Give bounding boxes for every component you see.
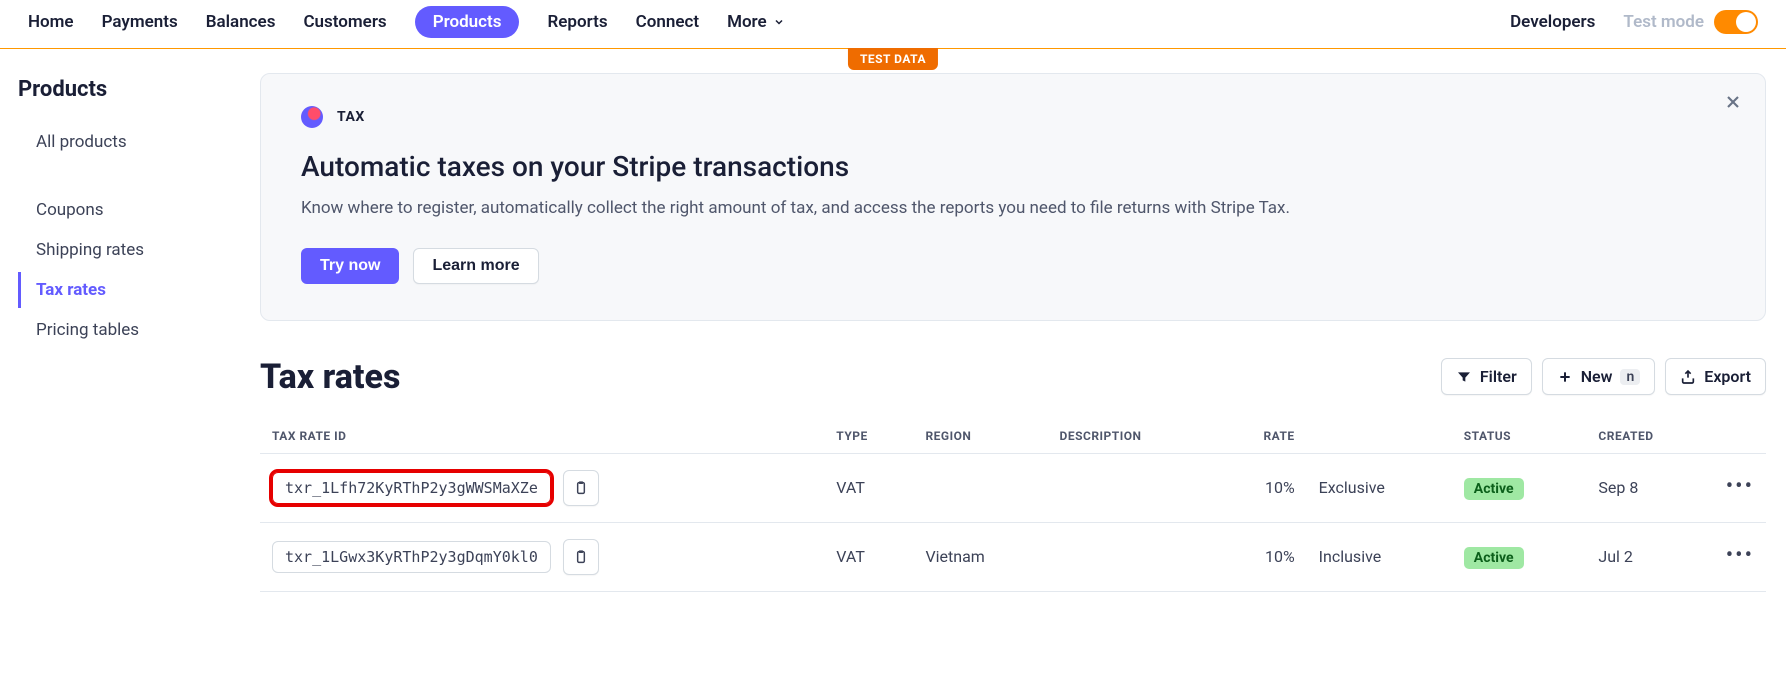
sidebar-item-coupons[interactable]: Coupons <box>20 192 260 228</box>
table-row[interactable]: txr_1LGwx3KyRThP2y3gDqmY0kl0 VATVietnam 10… <box>260 522 1766 591</box>
filter-label: Filter <box>1480 367 1517 386</box>
cell-description <box>1048 453 1218 522</box>
tax-rate-id[interactable]: txr_1Lfh72KyRThP2y3gWWSMaXZe <box>272 472 551 504</box>
col-status: STATUS <box>1452 419 1587 454</box>
try-now-button[interactable]: Try now <box>301 248 399 284</box>
col-created: CREATED <box>1586 419 1713 454</box>
nav-balances[interactable]: Balances <box>206 6 276 38</box>
col-type: TYPE <box>824 419 913 454</box>
new-button[interactable]: New n <box>1542 358 1656 395</box>
sidebar-item-pricing-tables[interactable]: Pricing tables <box>20 312 260 348</box>
nav-payments[interactable]: Payments <box>102 6 178 38</box>
copy-id-button[interactable] <box>563 470 599 506</box>
cell-inclusive: Exclusive <box>1307 453 1452 522</box>
cell-inclusive: Inclusive <box>1307 522 1452 591</box>
cell-region <box>913 453 1047 522</box>
clipboard-icon <box>573 480 589 496</box>
test-mode-wrap: Test mode <box>1623 10 1758 34</box>
export-button[interactable]: Export <box>1665 358 1766 395</box>
col-description: DESCRIPTION <box>1048 419 1218 454</box>
status-badge: Active <box>1464 478 1524 500</box>
row-actions-button[interactable]: ••• <box>1714 522 1766 591</box>
col-inclusive <box>1307 419 1452 454</box>
cell-created: Sep 8 <box>1586 453 1713 522</box>
cell-description <box>1048 522 1218 591</box>
nav-reports[interactable]: Reports <box>547 6 607 38</box>
filter-button[interactable]: Filter <box>1441 358 1532 395</box>
more-horizontal-icon: ••• <box>1726 474 1754 499</box>
learn-more-button[interactable]: Learn more <box>413 248 538 284</box>
cell-rate: 10% <box>1218 522 1307 591</box>
page-title: Tax rates <box>260 357 400 397</box>
sidebar-item-shipping-rates[interactable]: Shipping rates <box>20 232 260 268</box>
top-nav: Home Payments Balances Customers Product… <box>0 0 1786 49</box>
test-data-badge: TEST DATA <box>848 48 938 70</box>
new-label: New <box>1581 367 1613 386</box>
chevron-down-icon <box>773 16 785 28</box>
copy-id-button[interactable] <box>563 539 599 575</box>
nav-customers[interactable]: Customers <box>303 6 386 38</box>
col-region: REGION <box>913 419 1047 454</box>
tax-promo-tag: TAX <box>337 109 365 125</box>
sidebar: Products All products Coupons Shipping r… <box>0 73 260 592</box>
tax-promo-card: TAX Automatic taxes on your Stripe trans… <box>260 73 1766 321</box>
tax-product-icon <box>301 106 323 128</box>
col-actions <box>1714 419 1766 454</box>
sidebar-title: Products <box>18 77 260 124</box>
content: TAX Automatic taxes on your Stripe trans… <box>260 73 1786 592</box>
nav-products[interactable]: Products <box>415 6 520 38</box>
cell-type: VAT <box>824 522 913 591</box>
new-kbd: n <box>1620 369 1640 385</box>
sidebar-item-all-products[interactable]: All products <box>20 124 260 160</box>
table-row[interactable]: txr_1Lfh72KyRThP2y3gWWSMaXZe VAT 10%Exclus… <box>260 453 1766 522</box>
tax-rates-table: TAX RATE ID TYPE REGION DESCRIPTION RATE… <box>260 419 1766 592</box>
nav-more[interactable]: More <box>727 6 785 38</box>
filter-icon <box>1456 369 1472 385</box>
tax-rate-id[interactable]: txr_1LGwx3KyRThP2y3gDqmY0kl0 <box>272 541 551 573</box>
export-icon <box>1680 369 1696 385</box>
cell-region: Vietnam <box>913 522 1047 591</box>
nav-home[interactable]: Home <box>28 6 74 38</box>
nav-right: Developers Test mode <box>1510 6 1758 38</box>
cell-type: VAT <box>824 453 913 522</box>
plus-icon <box>1557 369 1573 385</box>
status-badge: Active <box>1464 547 1524 569</box>
cell-rate: 10% <box>1218 453 1307 522</box>
col-id: TAX RATE ID <box>260 419 824 454</box>
clipboard-icon <box>573 549 589 565</box>
nav-connect[interactable]: Connect <box>636 6 699 38</box>
section-header: Tax rates Filter New n Export <box>260 357 1766 397</box>
nav-more-label: More <box>727 12 767 32</box>
test-mode-label: Test mode <box>1623 12 1704 32</box>
test-mode-toggle[interactable] <box>1714 10 1758 34</box>
col-rate: RATE <box>1218 419 1307 454</box>
tax-promo-desc: Know where to register, automatically co… <box>301 197 1725 220</box>
export-label: Export <box>1704 367 1751 386</box>
tax-promo-title: Automatic taxes on your Stripe transacti… <box>301 150 1725 183</box>
cell-created: Jul 2 <box>1586 522 1713 591</box>
close-icon[interactable] <box>1723 92 1743 112</box>
row-actions-button[interactable]: ••• <box>1714 453 1766 522</box>
nav-developers[interactable]: Developers <box>1510 6 1595 38</box>
nav-left: Home Payments Balances Customers Product… <box>28 6 785 38</box>
sidebar-item-tax-rates[interactable]: Tax rates <box>18 272 260 308</box>
more-horizontal-icon: ••• <box>1726 543 1754 568</box>
